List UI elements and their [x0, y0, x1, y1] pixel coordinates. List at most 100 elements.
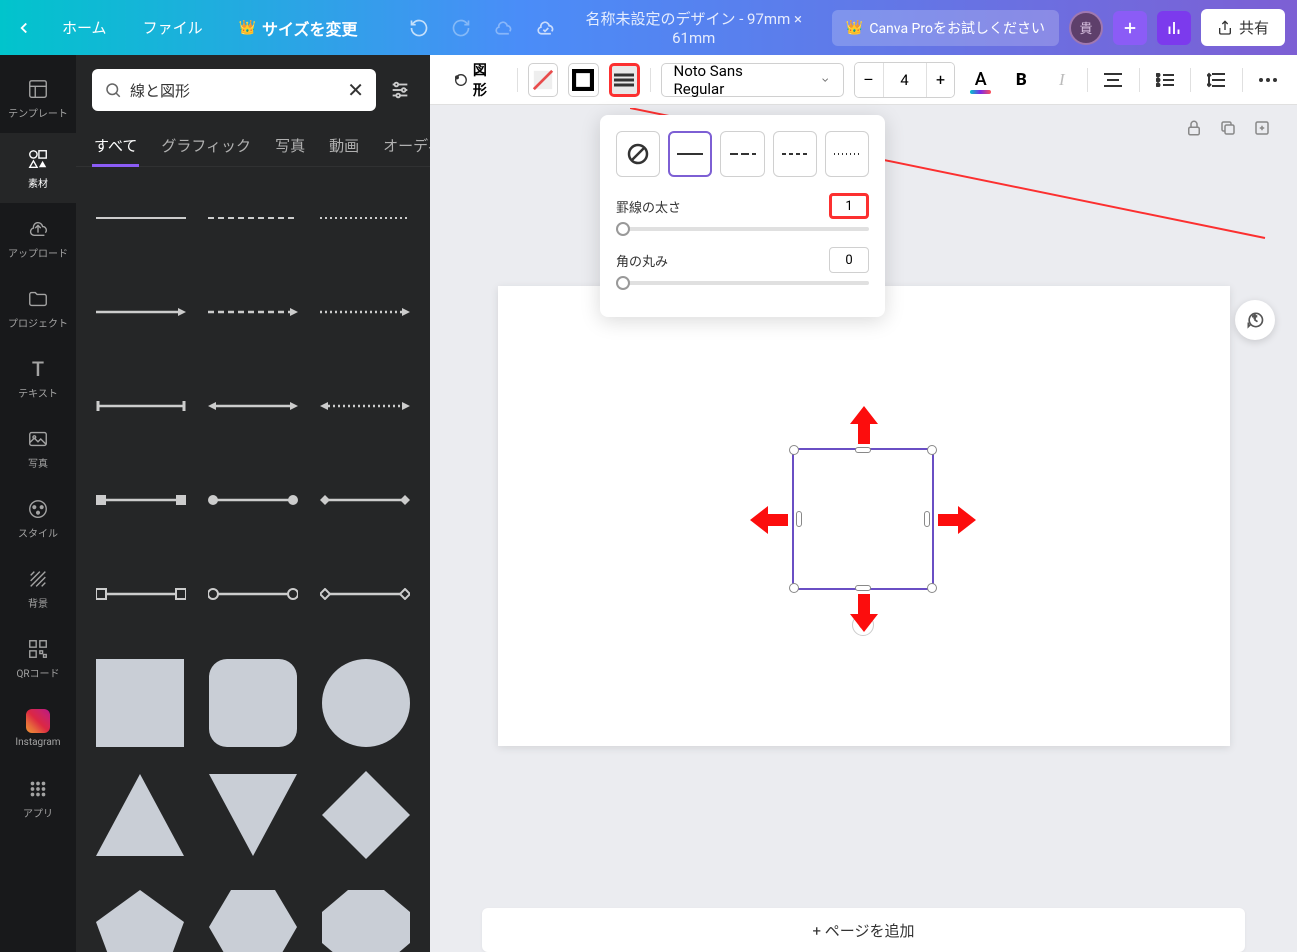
home-button[interactable]: ホーム — [52, 11, 117, 44]
duplicate-page-button[interactable] — [1217, 117, 1239, 139]
more-button[interactable] — [1252, 63, 1283, 97]
list-button[interactable] — [1150, 63, 1181, 97]
nav-elements[interactable]: 素材 — [0, 133, 76, 203]
line-circle-outline-ends[interactable] — [200, 559, 306, 629]
nav-templates[interactable]: テンプレート — [0, 63, 76, 133]
resize-handle-right[interactable] — [924, 511, 930, 527]
document-title[interactable]: 名称未設定のデザイン - 97mm × 61mm — [564, 8, 824, 47]
nav-instagram[interactable]: Instagram — [0, 693, 76, 763]
tab-photos[interactable]: 写真 — [273, 125, 307, 166]
arrow-double[interactable] — [200, 371, 306, 441]
resize-handle-br[interactable] — [927, 583, 937, 593]
resize-handle-tl[interactable] — [789, 445, 799, 455]
annotation-arrow-right — [938, 506, 976, 534]
border-short-dash[interactable] — [773, 131, 817, 177]
analytics-button[interactable] — [1157, 11, 1191, 45]
border-none[interactable] — [616, 131, 660, 177]
lock-page-button[interactable] — [1183, 117, 1205, 139]
border-weight-slider[interactable] — [616, 227, 869, 231]
bold-button[interactable]: B — [1006, 63, 1037, 97]
file-button[interactable]: ファイル — [133, 11, 213, 44]
cloud-sync-icon[interactable] — [492, 17, 514, 39]
add-button[interactable] — [1113, 11, 1147, 45]
undo-button[interactable] — [408, 17, 430, 39]
clear-search-button[interactable]: ✕ — [347, 78, 364, 102]
decrease-font-button[interactable]: – — [855, 63, 883, 97]
line-square-ends[interactable] — [88, 465, 194, 535]
shape-hexagon[interactable] — [201, 877, 306, 952]
line-diamond-ends[interactable] — [312, 465, 418, 535]
shape-pentagon[interactable] — [88, 877, 193, 952]
filter-button[interactable] — [386, 76, 414, 104]
nav-uploads[interactable]: アップロード — [0, 203, 76, 273]
increase-font-button[interactable]: + — [927, 63, 955, 97]
border-dotted[interactable] — [825, 131, 869, 177]
nav-styles[interactable]: スタイル — [0, 483, 76, 553]
nav-qrcode[interactable]: QRコード — [0, 623, 76, 693]
assets-list[interactable] — [76, 167, 430, 952]
arrow-dashed[interactable] — [200, 277, 306, 347]
resize-button[interactable]: 👑 サイズを変更 — [229, 10, 368, 46]
shape-triangle-down[interactable] — [201, 765, 306, 865]
nav-background[interactable]: 背景 — [0, 553, 76, 623]
nav-projects[interactable]: プロジェクト — [0, 273, 76, 343]
arrow-dotted[interactable] — [312, 277, 418, 347]
border-style-button[interactable] — [609, 63, 640, 97]
resize-handle-bl[interactable] — [789, 583, 799, 593]
font-family-select[interactable]: Noto Sans Regular — [661, 63, 844, 97]
share-button[interactable]: 共有 — [1201, 9, 1285, 46]
arrow-double-dotted[interactable] — [312, 371, 418, 441]
font-size-input[interactable] — [883, 63, 927, 97]
resize-handle-bottom[interactable] — [855, 585, 871, 591]
tab-video[interactable]: 動画 — [327, 125, 361, 166]
back-button[interactable] — [12, 16, 36, 40]
line-square-outline-ends[interactable] — [88, 559, 194, 629]
templates-icon — [26, 77, 50, 101]
border-long-dash[interactable] — [720, 131, 764, 177]
line-dashed[interactable] — [200, 183, 306, 253]
border-weight-input[interactable] — [829, 193, 869, 219]
add-page-bar[interactable]: + ページを追加 — [482, 908, 1245, 952]
redo-button[interactable] — [450, 17, 472, 39]
try-pro-button[interactable]: 👑 Canva Proをお試しください — [832, 10, 1059, 46]
arrow-solid[interactable] — [88, 277, 194, 347]
spacing-button[interactable] — [1201, 63, 1232, 97]
align-button[interactable] — [1098, 63, 1129, 97]
line-diamond-outline-ends[interactable] — [312, 559, 418, 629]
border-color-button[interactable] — [568, 63, 599, 97]
resize-handle-tr[interactable] — [927, 445, 937, 455]
search-input[interactable] — [130, 81, 339, 99]
line-solid[interactable] — [88, 183, 194, 253]
add-page-button[interactable] — [1251, 117, 1273, 139]
shape-square[interactable] — [88, 653, 193, 753]
nav-apps[interactable]: アプリ — [0, 763, 76, 833]
text-color-button[interactable]: A — [965, 63, 996, 97]
shape-circle[interactable] — [313, 653, 418, 753]
resize-handle-left[interactable] — [796, 511, 802, 527]
line-circle-ends[interactable] — [200, 465, 306, 535]
line-dotted[interactable] — [312, 183, 418, 253]
nav-text[interactable]: T テキスト — [0, 343, 76, 413]
tab-all[interactable]: すべて — [92, 125, 139, 166]
selected-rectangle[interactable]: ↻ — [792, 448, 934, 590]
corner-radius-slider[interactable] — [616, 281, 869, 285]
slider-thumb[interactable] — [616, 276, 630, 290]
line-bar-ends[interactable] — [88, 371, 194, 441]
nav-photos[interactable]: 写真 — [0, 413, 76, 483]
border-solid[interactable] — [668, 131, 712, 177]
slider-thumb[interactable] — [616, 222, 630, 236]
shape-rounded-square[interactable] — [201, 653, 306, 753]
comment-button[interactable]: + — [1235, 300, 1275, 340]
edit-shape-button[interactable]: 図形 — [444, 63, 507, 97]
shape-octagon[interactable] — [313, 877, 418, 952]
shape-diamond[interactable] — [313, 765, 418, 865]
design-page[interactable]: ↻ — [498, 286, 1230, 746]
fill-none-button[interactable] — [528, 63, 559, 97]
user-avatar[interactable]: 貴 — [1069, 11, 1103, 45]
tab-graphics[interactable]: グラフィック — [159, 125, 253, 166]
shape-triangle[interactable] — [88, 765, 193, 865]
cloud-check-icon[interactable] — [534, 17, 556, 39]
italic-button[interactable]: I — [1047, 63, 1078, 97]
corner-radius-input[interactable] — [829, 247, 869, 273]
resize-handle-top[interactable] — [855, 447, 871, 453]
